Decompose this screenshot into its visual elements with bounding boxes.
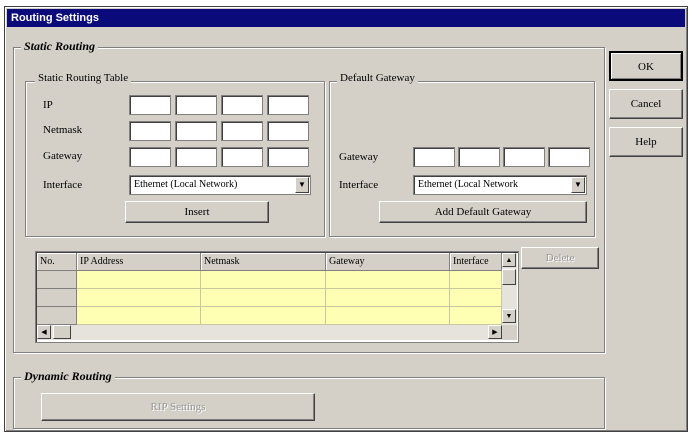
table-cell[interactable] [77, 271, 201, 289]
scroll-left-icon[interactable]: ◀ [37, 325, 51, 339]
scrollbar-corner [502, 325, 517, 340]
static-routing-table-title: Static Routing Table [35, 72, 132, 84]
column-header-no[interactable]: No. [37, 253, 77, 271]
table-cell[interactable] [201, 307, 326, 325]
add-default-gateway-button[interactable]: Add Default Gateway [379, 201, 587, 223]
netmask-octet-2[interactable] [175, 121, 217, 141]
table-cell[interactable] [77, 307, 201, 325]
static-routing-title: Static Routing [21, 39, 99, 54]
vertical-scrollbar[interactable]: ▲ ▼ [502, 253, 517, 325]
column-header-ip-address[interactable]: IP Address [77, 253, 201, 271]
ip-octet-1[interactable] [129, 95, 171, 115]
ok-button[interactable]: OK [609, 51, 683, 81]
default-gateway-label: Gateway [339, 151, 379, 163]
gateway-octet-1[interactable] [129, 147, 171, 167]
column-header-netmask[interactable]: Netmask [201, 253, 326, 271]
insert-button[interactable]: Insert [125, 201, 269, 223]
cancel-button[interactable]: Cancel [609, 89, 683, 119]
table-cell[interactable] [326, 271, 450, 289]
rip-settings-button[interactable]: RIP Settings [41, 393, 315, 421]
column-header-gateway[interactable]: Gateway [326, 253, 450, 271]
help-button[interactable]: Help [609, 127, 683, 157]
dynamic-routing-title: Dynamic Routing [21, 369, 115, 384]
routing-settings-dialog: Routing Settings Static Routing Static R… [4, 6, 688, 432]
delete-button[interactable]: Delete [521, 247, 599, 269]
default-gateway-octet-1[interactable] [413, 147, 455, 167]
table-cell[interactable] [450, 289, 502, 307]
interface-select[interactable]: Ethernet (Local Network) ▼ [129, 175, 311, 195]
default-interface-select[interactable]: Ethernet (Local Network ▼ [413, 175, 587, 195]
table-cell[interactable] [201, 271, 326, 289]
netmask-octet-1[interactable] [129, 121, 171, 141]
table-cell[interactable] [77, 289, 201, 307]
table-cell[interactable] [201, 289, 326, 307]
table-cell[interactable] [326, 307, 450, 325]
ip-octet-4[interactable] [267, 95, 309, 115]
column-header-interface[interactable]: Interface [450, 253, 502, 271]
table-row-header[interactable] [37, 289, 77, 307]
default-gateway-octet-4[interactable] [548, 147, 590, 167]
interface-label: Interface [43, 179, 83, 191]
ip-octet-2[interactable] [175, 95, 217, 115]
gateway-octet-3[interactable] [221, 147, 263, 167]
default-gateway-title: Default Gateway [337, 72, 418, 84]
gateway-label: Gateway [43, 150, 83, 162]
gateway-octet-4[interactable] [267, 147, 309, 167]
scroll-thumb[interactable] [502, 269, 516, 285]
table-cell[interactable] [326, 289, 450, 307]
interface-select-value: Ethernet (Local Network) [134, 179, 238, 190]
routing-table[interactable]: No. IP Address Netmask Gateway Interface… [35, 251, 519, 343]
table-row-header[interactable] [37, 307, 77, 325]
window-title: Routing Settings [7, 9, 685, 27]
netmask-octet-3[interactable] [221, 121, 263, 141]
netmask-octet-4[interactable] [267, 121, 309, 141]
default-interface-select-value: Ethernet (Local Network [418, 179, 518, 190]
scroll-right-icon[interactable]: ▶ [488, 325, 502, 339]
horizontal-scrollbar[interactable]: ◀ ▶ [37, 325, 503, 340]
default-interface-label: Interface [339, 179, 379, 191]
gateway-octet-2[interactable] [175, 147, 217, 167]
scroll-up-icon[interactable]: ▲ [502, 253, 516, 267]
netmask-label: Netmask [43, 124, 83, 136]
table-cell[interactable] [450, 307, 502, 325]
table-cell[interactable] [450, 271, 502, 289]
table-row-header[interactable] [37, 271, 77, 289]
default-gateway-octet-2[interactable] [458, 147, 500, 167]
scroll-thumb-horizontal[interactable] [53, 325, 71, 339]
scroll-down-icon[interactable]: ▼ [502, 309, 516, 323]
ip-label: IP [43, 99, 53, 111]
chevron-down-icon[interactable]: ▼ [295, 177, 309, 193]
chevron-down-icon[interactable]: ▼ [571, 177, 585, 193]
ip-octet-3[interactable] [221, 95, 263, 115]
default-gateway-octet-3[interactable] [503, 147, 545, 167]
